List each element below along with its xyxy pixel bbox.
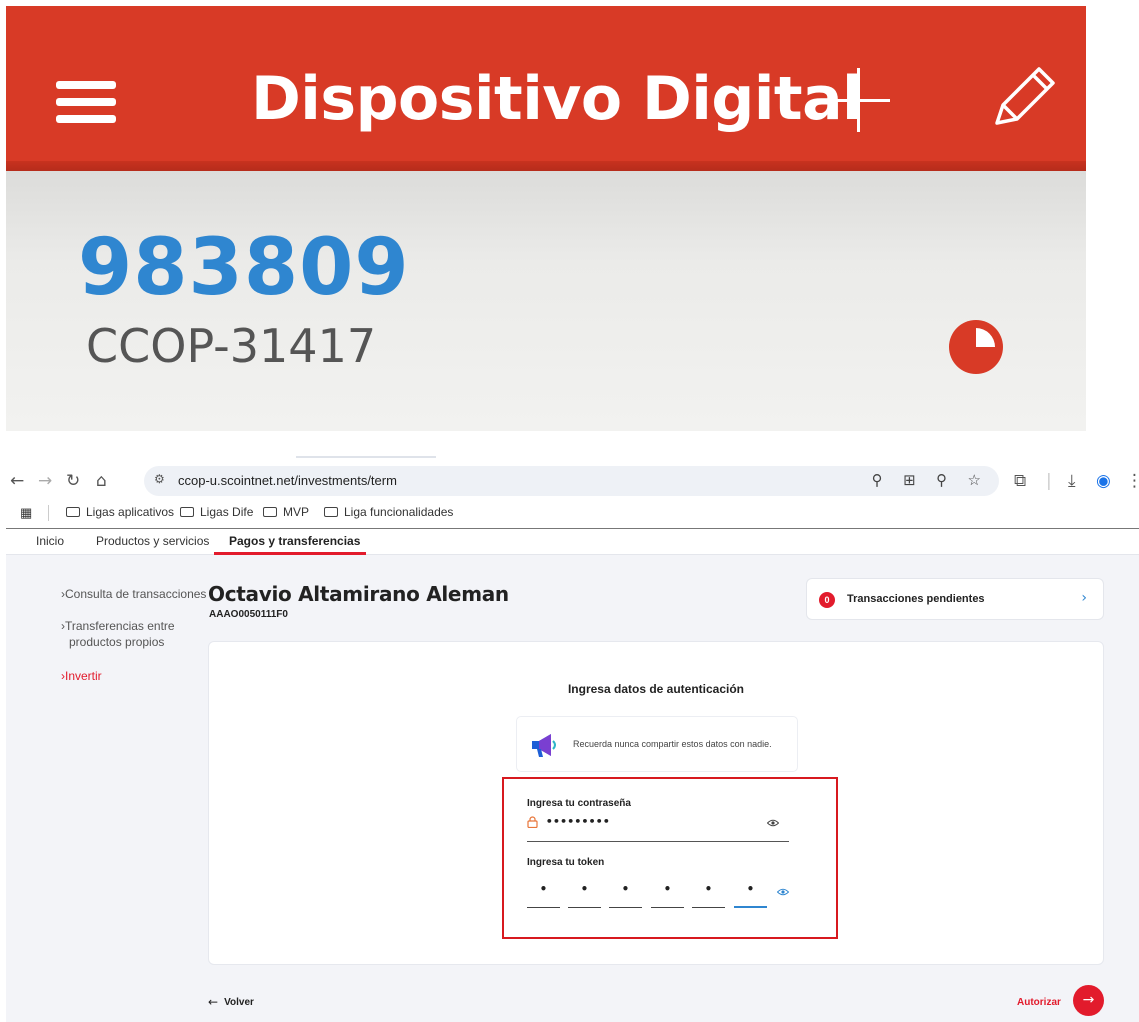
sidebar-item-consulta[interactable]: ›Consulta de transacciones <box>61 586 206 602</box>
menu-icon <box>56 81 116 125</box>
arrow-right-icon: → <box>1082 992 1095 1008</box>
timer-icon <box>949 320 1003 374</box>
reload-icon[interactable]: ↻ <box>66 472 80 490</box>
show-password-eye-icon[interactable] <box>767 819 779 827</box>
auth-card: Ingresa datos de autenticación Recuerda … <box>208 641 1104 965</box>
lock-icon <box>527 816 538 828</box>
bookmark-star-icon[interactable]: ☆ <box>968 471 981 489</box>
profile-icon[interactable]: ◉ <box>1096 472 1111 490</box>
token-digit-2[interactable] <box>568 876 601 908</box>
password-input[interactable] <box>546 815 746 828</box>
device-id: CCOP-31417 <box>86 319 377 373</box>
toolbar-divider: | <box>1046 471 1052 491</box>
folder-icon <box>263 507 277 517</box>
sidebar-item-transferencias[interactable]: ›Transferencias entre productos propios <box>61 618 175 650</box>
phone-body: 983809 CCOP-31417 <box>6 171 1086 431</box>
password-field[interactable] <box>527 815 789 842</box>
main-nav: Inicio Productos y servicios Pagos y tra… <box>6 529 1139 555</box>
phone-header: Dispositivo Digital <box>6 6 1086 171</box>
token-digit-input[interactable] <box>651 882 684 896</box>
download-icon[interactable]: ⤓ <box>1068 472 1076 490</box>
home-icon[interactable]: ⌂ <box>96 472 107 490</box>
token-label: Ingresa tu token <box>527 857 605 868</box>
password-label: Ingresa tu contraseña <box>527 798 631 809</box>
extensions-icon[interactable]: ⧉ <box>1014 472 1026 490</box>
token-digit-6[interactable] <box>734 876 767 908</box>
address-bar[interactable]: ⚙ ccop-u.scointnet.net/investments/term … <box>144 466 999 496</box>
bookmarks-bar: ▦ Ligas aplicativos Ligas Dife MVP Liga … <box>6 502 1139 524</box>
bookmark-mvp[interactable]: MVP <box>263 505 309 519</box>
nav-inicio[interactable]: Inicio <box>36 534 64 548</box>
phone-photo: Dispositivo Digital 983809 CCOP-31417 <box>6 6 1086 431</box>
plus-icon <box>826 68 890 132</box>
bookmark-ligas-aplicativos[interactable]: Ligas aplicativos <box>66 505 174 519</box>
location-icon[interactable]: ⚲ <box>872 471 883 489</box>
megaphone-icon <box>532 734 556 757</box>
phone-title: Dispositivo Digital <box>251 64 863 134</box>
back-button[interactable]: ← Volver <box>208 995 254 1009</box>
nav-active-indicator <box>214 552 366 555</box>
site-settings-icon[interactable]: ⚙ <box>154 472 165 486</box>
pending-count-badge: 0 <box>819 592 835 608</box>
folder-icon <box>180 507 194 517</box>
browser-toolbar: ← → ↻ ⌂ ⚙ ccop-u.scointnet.net/investmen… <box>6 466 1139 496</box>
url-text[interactable]: ccop-u.scointnet.net/investments/term <box>178 473 397 488</box>
translate-icon[interactable]: ⊞ <box>903 471 916 489</box>
web-page: Inicio Productos y servicios Pagos y tra… <box>6 529 1139 1022</box>
bookmark-liga-funcionalidades[interactable]: Liga funcionalidades <box>324 505 453 519</box>
user-name: Octavio Altamirano Aleman <box>208 582 509 606</box>
chevron-right-icon: › <box>1081 590 1087 606</box>
forward-arrow-icon[interactable]: → <box>38 472 52 490</box>
zoom-icon[interactable]: ⚲ <box>936 471 947 489</box>
token-digit-3[interactable] <box>609 876 642 908</box>
token-digit-input[interactable] <box>734 882 767 896</box>
token-digit-4[interactable] <box>651 876 684 908</box>
sidebar-item-invertir[interactable]: ›Invertir <box>61 668 102 684</box>
auth-fields-highlight: Ingresa tu contraseña Ingresa tu token <box>502 777 838 939</box>
nav-pagos-transferencias[interactable]: Pagos y transferencias <box>229 534 360 548</box>
authorize-button[interactable]: → <box>1073 985 1104 1016</box>
show-token-eye-icon[interactable] <box>777 888 789 896</box>
authorize-label[interactable]: Autorizar <box>1017 997 1061 1008</box>
nav-productos-servicios[interactable]: Productos y servicios <box>96 534 209 548</box>
pencil-icon <box>995 67 1055 125</box>
kebab-menu-icon[interactable]: ⋮ <box>1126 472 1139 490</box>
apps-grid-icon[interactable]: ▦ <box>20 505 32 521</box>
token-digit-input[interactable] <box>692 882 725 896</box>
folder-icon <box>66 507 80 517</box>
token-digit-input[interactable] <box>527 882 560 896</box>
back-arrow-icon[interactable]: ← <box>10 472 24 490</box>
notice-text: Recuerda nunca compartir estos datos con… <box>573 739 772 749</box>
arrow-left-icon: ← <box>208 995 219 1009</box>
token-digit-input[interactable] <box>568 882 601 896</box>
folder-icon <box>324 507 338 517</box>
auth-title: Ingresa datos de autenticación <box>567 682 745 696</box>
security-notice: Recuerda nunca compartir estos datos con… <box>516 716 798 772</box>
token-digit-input[interactable] <box>609 882 642 896</box>
token-digit-5[interactable] <box>692 876 725 908</box>
tab-strip <box>296 456 436 458</box>
pending-transactions-button[interactable]: 0 Transacciones pendientes › <box>806 578 1104 620</box>
bookmark-ligas-dife[interactable]: Ligas Dife <box>180 505 253 519</box>
token-digit-1[interactable] <box>527 876 560 908</box>
user-id: AAAO0050111F0 <box>209 609 288 620</box>
bookmarks-divider <box>48 505 49 521</box>
pending-label: Transacciones pendientes <box>847 593 985 605</box>
token-code: 983809 <box>78 223 410 313</box>
browser-window: ← → ↻ ⌂ ⚙ ccop-u.scointnet.net/investmen… <box>6 452 1139 1022</box>
